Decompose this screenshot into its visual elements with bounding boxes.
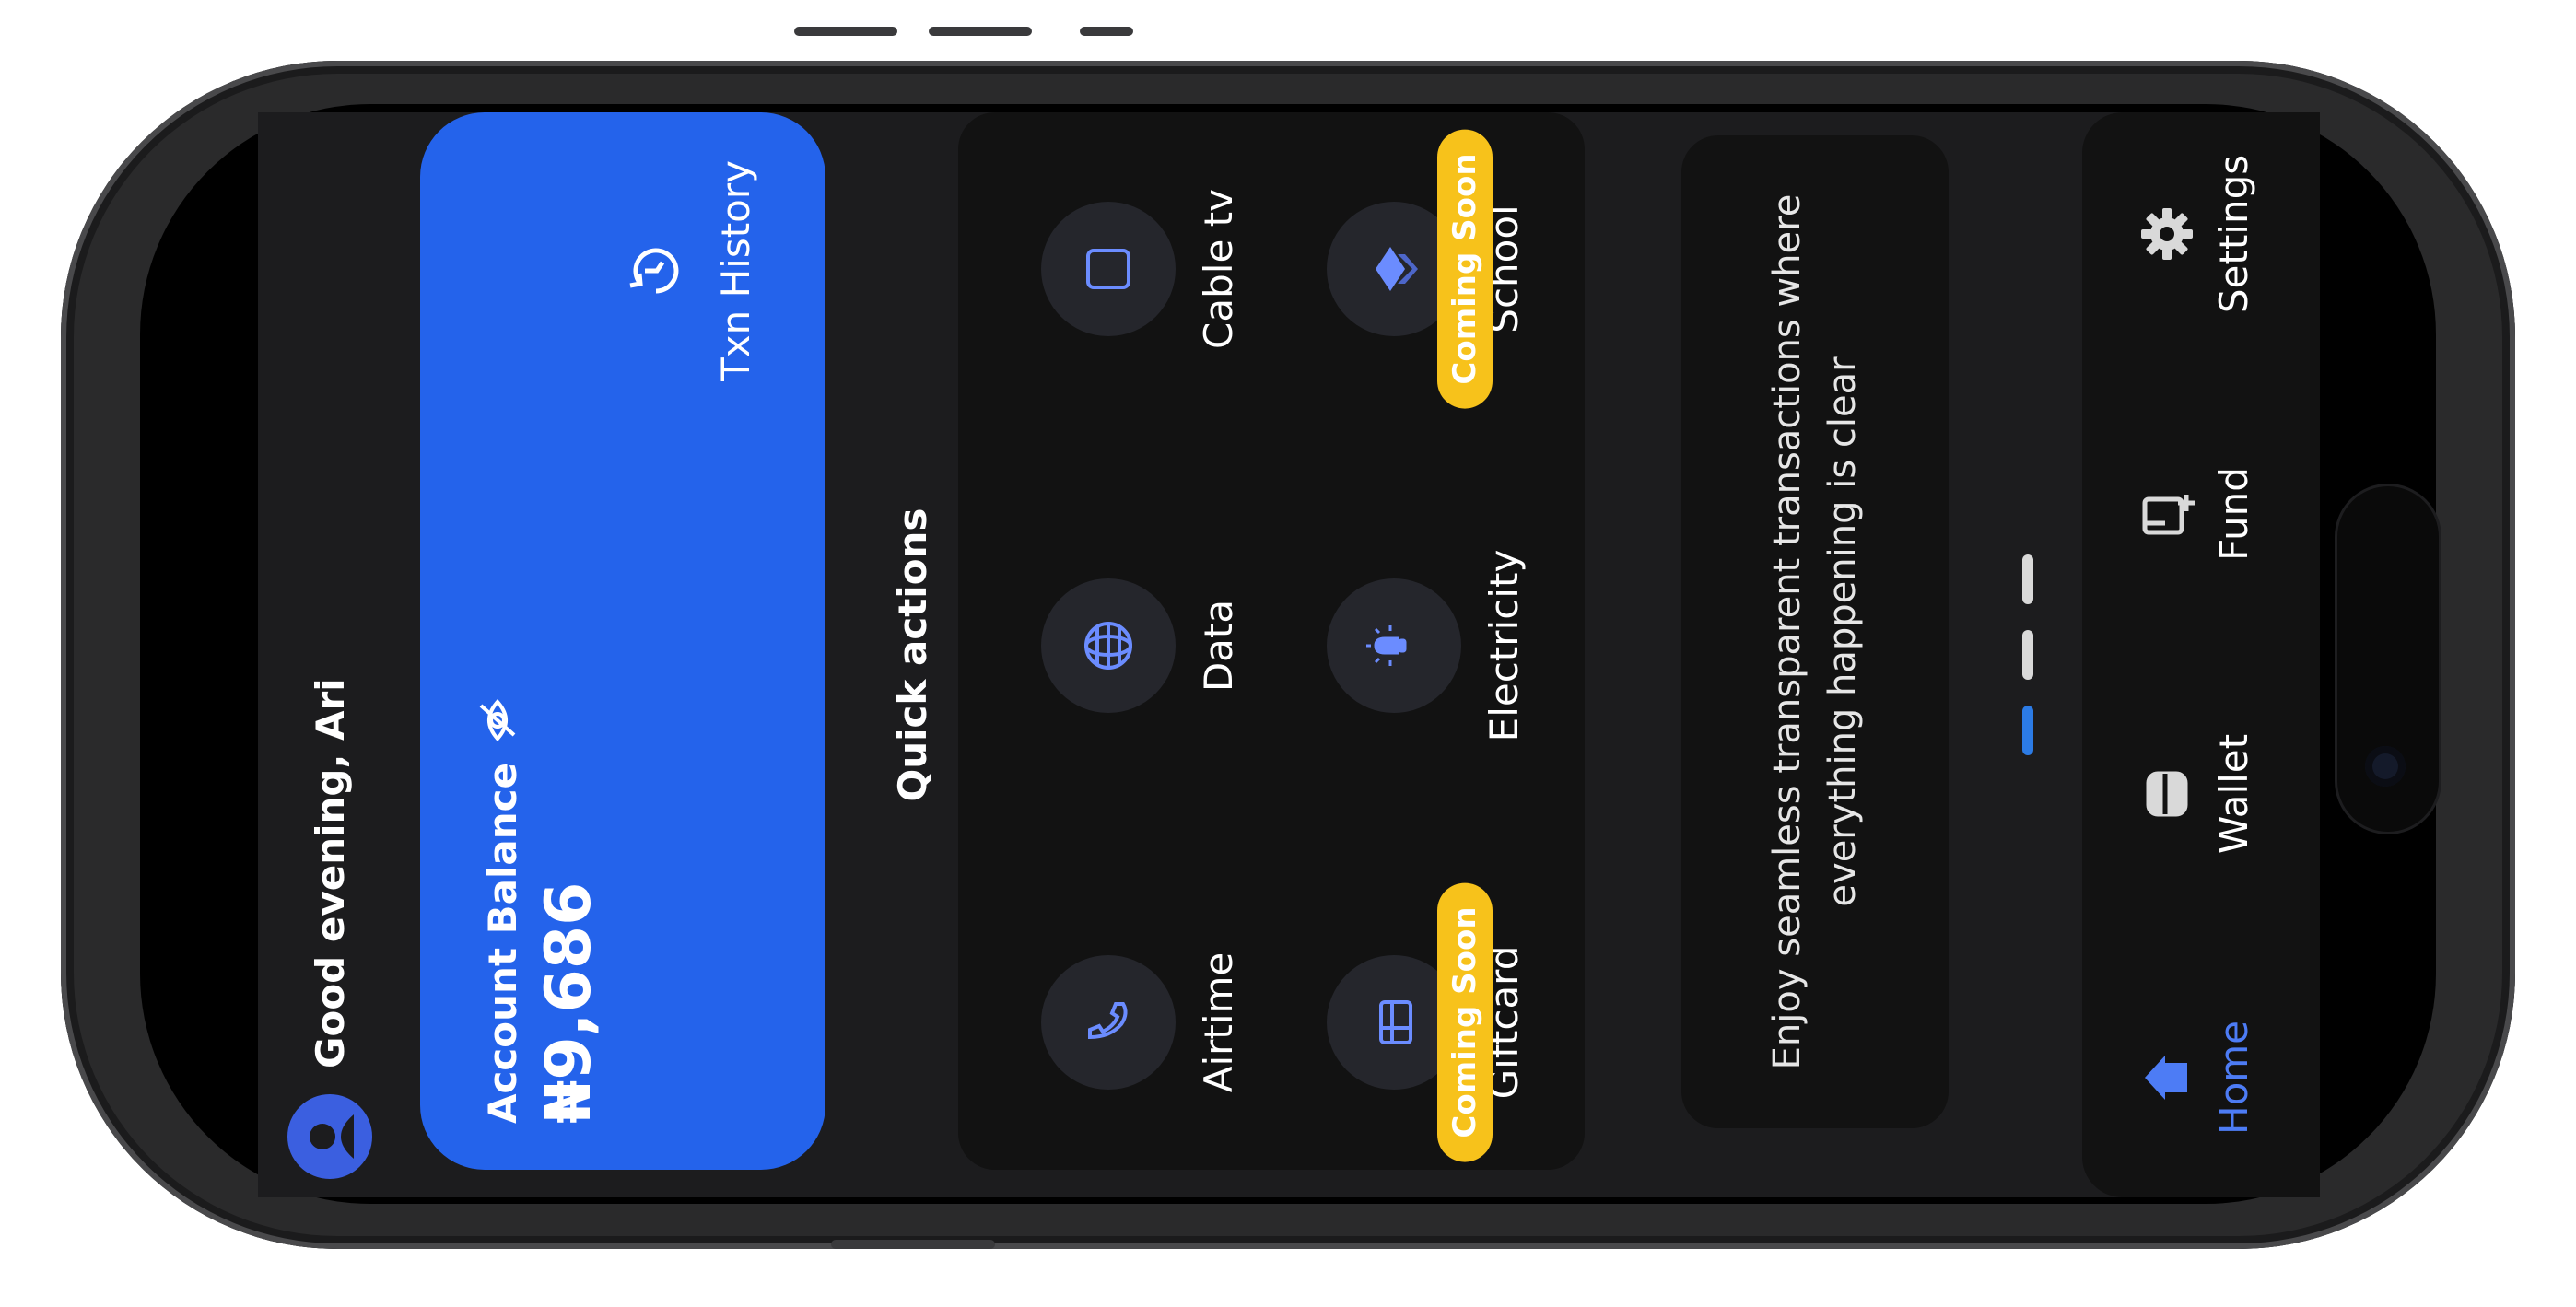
eye-off-icon[interactable] bbox=[475, 698, 529, 742]
app-content: Good evening, Ari Account Balance ₦9,686 bbox=[258, 112, 2320, 1197]
greeting: Good evening, Ari bbox=[307, 678, 353, 1068]
action-button bbox=[1080, 27, 1133, 36]
nav-item-wallet[interactable]: Wallet bbox=[2137, 683, 2256, 904]
txn-history-button[interactable]: Txn History bbox=[623, 160, 758, 381]
quick-action-school[interactable]: School Coming Soon bbox=[1327, 129, 1527, 409]
volume-up-button bbox=[794, 27, 897, 36]
nav-item-home[interactable]: Home bbox=[2137, 967, 2256, 1188]
quick-action-label: Electricity bbox=[1481, 549, 1527, 742]
quick-action-label: Airtime bbox=[1196, 951, 1241, 1093]
quick-action-cable-tv[interactable]: Cable tv bbox=[1041, 140, 1241, 398]
carousel-dot[interactable] bbox=[2022, 630, 2033, 680]
globe-icon bbox=[1041, 578, 1176, 713]
carousel-dot[interactable] bbox=[2022, 554, 2033, 604]
front-camera bbox=[2365, 746, 2406, 787]
bottom-nav: Home Wallet Fund Settings bbox=[2082, 112, 2320, 1197]
power-button bbox=[831, 1240, 995, 1249]
txn-history-label: Txn History bbox=[713, 160, 758, 381]
balance-label: Account Balance bbox=[479, 762, 525, 1124]
fund-icon bbox=[2142, 495, 2195, 535]
promo-banner: Enjoy seamless transparent transactions … bbox=[1681, 135, 1949, 1128]
quick-action-data[interactable]: Data bbox=[1041, 517, 1241, 775]
quick-actions-title: Quick actions bbox=[890, 508, 935, 802]
quick-actions-panel: Airtime Data Cable tv Giftcard Coming So… bbox=[958, 112, 1585, 1170]
quick-action-airtime[interactable]: Airtime bbox=[1041, 893, 1241, 1151]
home-icon bbox=[2145, 1056, 2187, 1100]
app-screen: Good evening, Ari Account Balance ₦9,686 bbox=[258, 112, 2320, 1197]
balance-value: ₦9,686 bbox=[533, 881, 605, 1124]
balance-label-row: Account Balance bbox=[475, 698, 529, 1124]
quick-action-giftcard[interactable]: Giftcard Coming Soon bbox=[1327, 882, 1527, 1162]
carousel-dot-active[interactable] bbox=[2022, 706, 2033, 755]
quick-action-label: Cable tv bbox=[1196, 189, 1241, 349]
nav-label-wallet: Wallet bbox=[2211, 733, 2256, 855]
user-avatar-icon[interactable] bbox=[287, 1094, 372, 1179]
promo-banner-text: Enjoy seamless transparent transactions … bbox=[1766, 193, 1864, 1070]
nav-item-settings[interactable]: Settings bbox=[2137, 123, 2256, 344]
coming-soon-badge: Coming Soon bbox=[1437, 882, 1493, 1162]
quick-action-electricity[interactable]: Electricity bbox=[1327, 517, 1527, 775]
phone-icon bbox=[1041, 955, 1176, 1090]
nav-label-home: Home bbox=[2211, 1020, 2256, 1136]
bulb-icon bbox=[1327, 578, 1461, 713]
nav-item-fund[interactable]: Fund bbox=[2137, 403, 2256, 624]
coming-soon-badge: Coming Soon bbox=[1437, 129, 1493, 409]
tv-icon bbox=[1041, 202, 1176, 336]
wallet-icon bbox=[2146, 771, 2188, 817]
carousel-dots bbox=[2022, 112, 2033, 1197]
nav-label-settings: Settings bbox=[2211, 154, 2256, 314]
history-icon bbox=[623, 238, 693, 304]
header: Good evening, Ari bbox=[286, 678, 374, 1179]
quick-action-label: Data bbox=[1196, 599, 1241, 693]
nav-label-fund: Fund bbox=[2211, 467, 2256, 561]
volume-down-button bbox=[929, 27, 1032, 36]
gear-icon bbox=[2141, 208, 2193, 260]
balance-card: Account Balance ₦9,686 Txn History bbox=[420, 112, 825, 1170]
